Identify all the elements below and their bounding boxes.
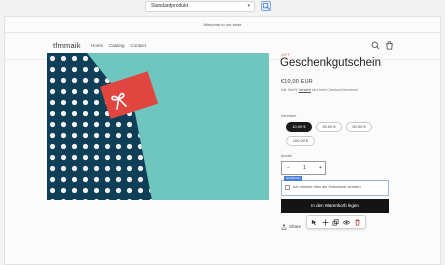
denomination-pill-10[interactable]: 10,00 €	[286, 122, 312, 132]
cart-icon[interactable]	[385, 41, 394, 50]
tax-note: Inkl. MwSt. Versand wird beim Checkout b…	[281, 88, 358, 92]
tax-note-prefix: Inkl. MwSt.	[281, 88, 298, 92]
inspect-icon	[263, 3, 270, 10]
shipping-link[interactable]: Versand	[299, 88, 311, 92]
nav-catalog[interactable]: Catalog	[109, 43, 125, 48]
variant-select[interactable]: Standardprodukt ▾	[145, 1, 255, 12]
quantity-value[interactable]: 1	[303, 165, 306, 171]
inspect-button[interactable]	[261, 1, 271, 11]
share-button[interactable]: Share	[281, 224, 301, 230]
product-price: €10,00 EUR	[281, 79, 313, 85]
chevron-down-icon: ▾	[247, 3, 250, 9]
denomination-label: Nennwert	[281, 114, 297, 118]
gift-checkbox-label: Ich möchte dies als Geschenk senden	[293, 184, 361, 189]
nav-home[interactable]: Home	[91, 43, 103, 48]
block-toolbar	[306, 215, 366, 229]
denomination-pill-25[interactable]: 25,00 €	[316, 122, 342, 132]
denomination-pill-50[interactable]: 50,00 €	[346, 122, 372, 132]
gift-checkbox[interactable]	[285, 185, 290, 190]
share-icon	[281, 224, 287, 230]
denomination-pill-100[interactable]: 100,00 €	[286, 136, 315, 146]
product-image	[47, 53, 269, 200]
tax-note-suffix: wird beim Checkout berechnet	[311, 88, 358, 92]
quantity-label: Anzahl	[281, 154, 292, 158]
gift-block-tag: Gift Button	[284, 176, 303, 181]
quantity-increase-button[interactable]: +	[319, 165, 322, 171]
share-label: Share	[289, 224, 302, 230]
gift-option-block[interactable]: Ich möchte dies als Geschenk senden	[281, 180, 389, 196]
search-icon[interactable]	[371, 41, 380, 50]
store-logo[interactable]: tfmmaik	[53, 41, 81, 50]
variant-select-value: Standardprodukt	[151, 3, 188, 9]
nav-contact[interactable]: Contact	[131, 43, 147, 48]
select-block-icon[interactable]	[311, 219, 318, 226]
announcement-bar: Welcome to our store	[5, 17, 440, 33]
duplicate-icon[interactable]	[332, 218, 339, 226]
add-to-cart-button[interactable]: In den Warenkorb legen	[281, 199, 389, 213]
editor-top-bar: Standardprodukt ▾	[0, 0, 445, 14]
product-title: Geschenkgutschein	[280, 57, 382, 69]
move-block-icon[interactable]	[322, 218, 329, 226]
quantity-decrease-button[interactable]: −	[287, 165, 290, 171]
main-nav: Home Catalog Contact	[91, 43, 146, 48]
delete-icon[interactable]	[354, 219, 361, 226]
quantity-stepper[interactable]: − 1 +	[281, 161, 326, 175]
hide-icon[interactable]	[343, 219, 351, 226]
